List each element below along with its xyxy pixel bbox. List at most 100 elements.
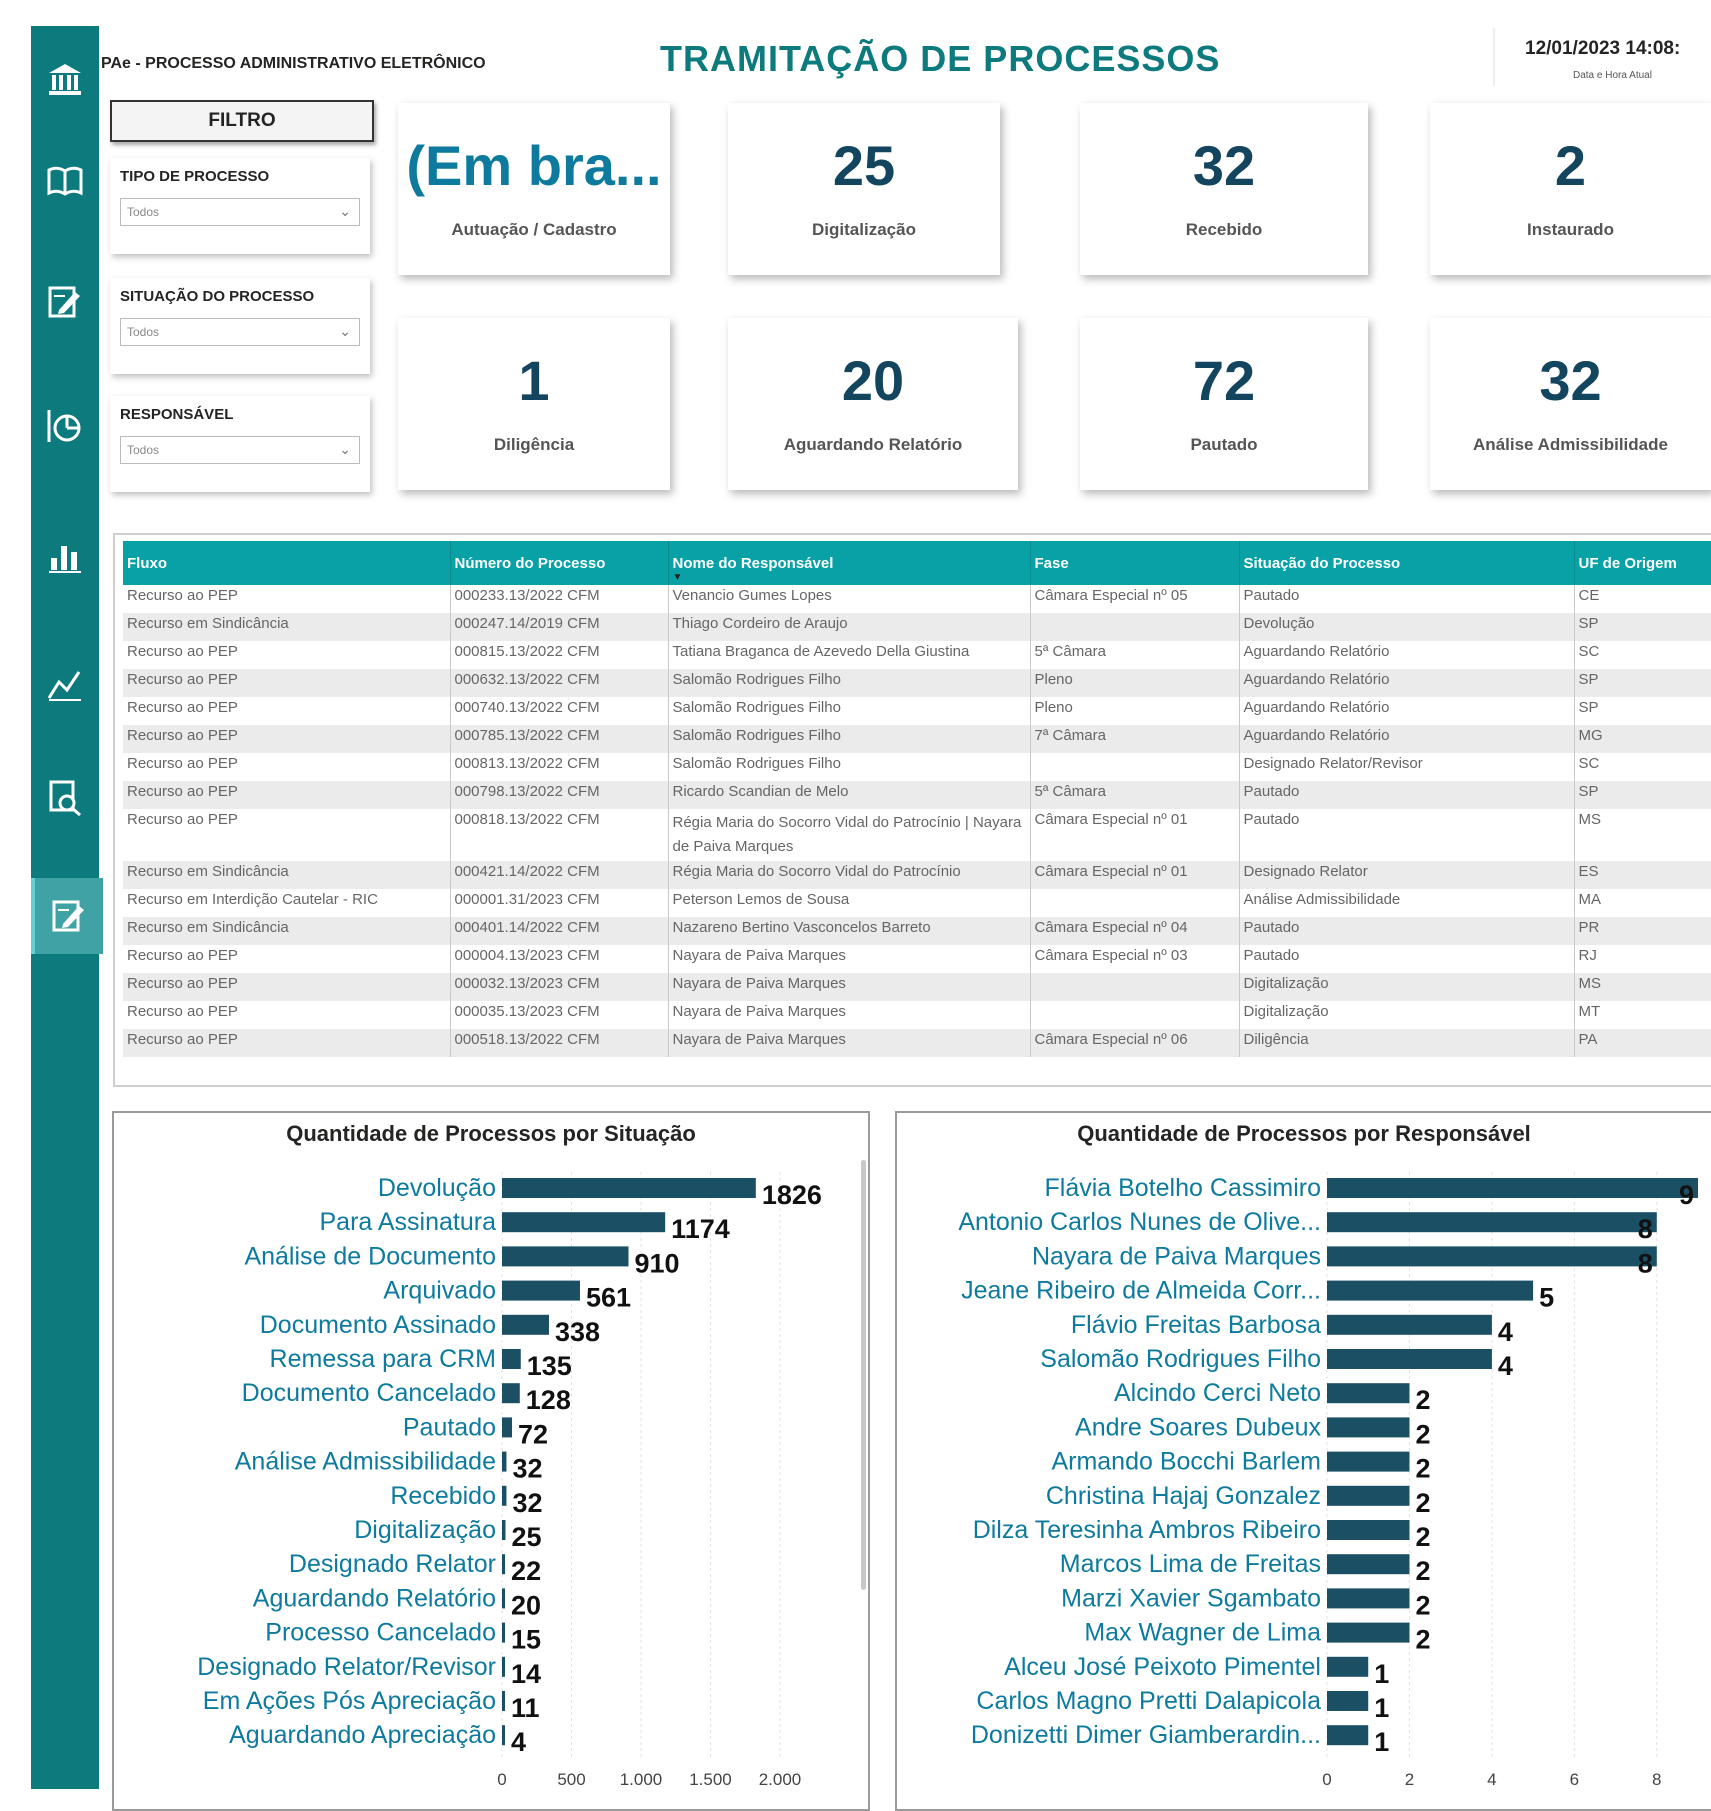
bar[interactable] bbox=[502, 1622, 505, 1643]
table-cell: Digitalização bbox=[1239, 1001, 1575, 1029]
nav-book[interactable] bbox=[31, 143, 99, 219]
bar[interactable] bbox=[1327, 1451, 1410, 1472]
bar[interactable] bbox=[1327, 1588, 1410, 1609]
table-cell: 000813.13/2022 CFM bbox=[450, 753, 669, 781]
bar[interactable] bbox=[1327, 1554, 1410, 1575]
table-row[interactable]: Recurso em Sindicância 000421.14/2022 CFM… bbox=[123, 861, 1711, 889]
responsavel-dropdown[interactable]: Todos ⌄ bbox=[120, 436, 360, 464]
category-label: Pautado bbox=[403, 1413, 496, 1441]
bar[interactable] bbox=[1327, 1246, 1657, 1267]
chevron-down-icon: ⌄ bbox=[339, 203, 351, 219]
x-tick-label: 4 bbox=[1487, 1770, 1496, 1789]
table-row[interactable]: Recurso em Interdição Cautelar - RIC 0000… bbox=[123, 889, 1711, 917]
bar[interactable] bbox=[1327, 1280, 1534, 1301]
bar[interactable] bbox=[1327, 1314, 1492, 1335]
bar[interactable] bbox=[1327, 1485, 1410, 1506]
column-header-fluxo[interactable]: Fluxo bbox=[123, 541, 451, 585]
bar[interactable] bbox=[1327, 1383, 1410, 1404]
situacao-processo-dropdown[interactable]: Todos ⌄ bbox=[120, 318, 360, 346]
bar[interactable] bbox=[502, 1656, 505, 1677]
kpi-value: 20 bbox=[841, 349, 905, 412]
table-row[interactable]: Recurso ao PEP 000818.13/2022 CFM Régia Ma… bbox=[123, 809, 1711, 861]
bar[interactable] bbox=[1327, 1178, 1698, 1198]
category-label: Para Assinatura bbox=[320, 1208, 497, 1236]
table-cell: Nayara de Paiva Marques bbox=[668, 945, 1031, 973]
bar[interactable] bbox=[502, 1246, 629, 1267]
value-label: 2 bbox=[1415, 1556, 1430, 1586]
kpi-value: 1 bbox=[518, 349, 550, 412]
column-header-uf[interactable]: UF de Origem bbox=[1574, 541, 1711, 585]
nav-edit[interactable] bbox=[31, 264, 99, 340]
bar[interactable] bbox=[502, 1588, 505, 1609]
nav-line[interactable] bbox=[31, 646, 99, 722]
value-label: 1174 bbox=[671, 1214, 730, 1244]
table-row[interactable]: Recurso ao PEP 000518.13/2022 CFM Nayara d… bbox=[123, 1029, 1711, 1057]
bar[interactable] bbox=[502, 1485, 507, 1506]
table-row[interactable]: Recurso ao PEP 000004.13/2023 CFM Nayara d… bbox=[123, 945, 1711, 973]
category-label: Donizetti Dimer Giamberardin... bbox=[971, 1721, 1321, 1749]
bar[interactable] bbox=[502, 1383, 520, 1404]
table-row[interactable]: Recurso ao PEP 000632.13/2022 CFM Salomão … bbox=[123, 669, 1711, 697]
bar[interactable] bbox=[502, 1520, 506, 1540]
bar[interactable] bbox=[1327, 1691, 1369, 1711]
bar[interactable] bbox=[502, 1451, 507, 1472]
category-label: Flávio Freitas Barbosa bbox=[1071, 1311, 1321, 1339]
table-row[interactable]: Recurso ao PEP 000798.13/2022 CFM Ricardo … bbox=[123, 781, 1711, 809]
bar[interactable] bbox=[502, 1691, 505, 1711]
bar[interactable] bbox=[1327, 1417, 1410, 1438]
table-cell: SP bbox=[1574, 613, 1711, 641]
nav-search[interactable] bbox=[31, 760, 99, 836]
tipo-processo-dropdown[interactable]: Todos ⌄ bbox=[120, 198, 360, 226]
bar[interactable] bbox=[502, 1178, 756, 1198]
datetime-card: 12/01/2023 14:08: Data e Hora Atual bbox=[1493, 28, 1711, 86]
nav-pie[interactable] bbox=[31, 388, 99, 464]
column-header-fase[interactable]: Fase bbox=[1030, 541, 1240, 585]
table-row[interactable]: Recurso ao PEP 000035.13/2023 CFM Nayara d… bbox=[123, 1001, 1711, 1029]
bar[interactable] bbox=[502, 1212, 666, 1233]
table-cell: RJ bbox=[1574, 945, 1711, 973]
table-cell: Venancio Gumes Lopes bbox=[668, 585, 1031, 613]
chart-svg: 0 2 4 6 8 Flávia Botelho Cassimiro 9 Antonio Ca… bbox=[958, 1172, 1698, 1789]
chart-scrollbar[interactable] bbox=[861, 1160, 866, 1590]
table-row[interactable]: Recurso ao PEP 000815.13/2022 CFM Tatiana … bbox=[123, 641, 1711, 669]
kpi-value: 2 bbox=[1554, 134, 1587, 197]
bar[interactable] bbox=[1327, 1622, 1410, 1643]
bar[interactable] bbox=[502, 1417, 513, 1438]
bar[interactable] bbox=[502, 1554, 506, 1575]
kpi-card: 1 Diligência bbox=[398, 318, 670, 490]
table-row[interactable]: Recurso ao PEP 000740.13/2022 CFM Salomão … bbox=[123, 697, 1711, 725]
nav-edit-active[interactable] bbox=[31, 878, 103, 954]
x-tick-label: 6 bbox=[1570, 1770, 1579, 1789]
nav-bar[interactable] bbox=[31, 518, 99, 594]
bar[interactable] bbox=[1327, 1656, 1369, 1677]
column-header-responsavel[interactable]: Nome do Responsável ▼ bbox=[668, 541, 1031, 585]
nav-home[interactable] bbox=[31, 42, 99, 118]
kpi-value: 32 bbox=[1192, 134, 1256, 197]
table-row[interactable]: Recurso em Sindicância 000401.14/2022 CFM… bbox=[123, 917, 1711, 945]
table-cell: Pautado bbox=[1239, 945, 1575, 973]
column-header-numero[interactable]: Número do Processo bbox=[450, 541, 669, 585]
table-cell: Pautado bbox=[1239, 585, 1575, 613]
bar[interactable] bbox=[502, 1725, 505, 1746]
category-label: Designado Relator bbox=[289, 1550, 496, 1578]
bar[interactable] bbox=[1327, 1725, 1369, 1746]
table-row[interactable]: Recurso ao PEP 000785.13/2022 CFM Salomão … bbox=[123, 725, 1711, 753]
value-label: 135 bbox=[527, 1351, 572, 1381]
table-row[interactable]: Recurso em Sindicância 000247.14/2019 CFM… bbox=[123, 613, 1711, 641]
category-label: Remessa para CRM bbox=[270, 1345, 496, 1373]
table-cell: 000233.13/2022 CFM bbox=[450, 585, 669, 613]
bar[interactable] bbox=[502, 1314, 549, 1335]
table-cell: MS bbox=[1574, 809, 1711, 861]
table-row[interactable]: Recurso ao PEP 000233.13/2022 CFM Venancio… bbox=[123, 585, 1711, 613]
bar[interactable] bbox=[1327, 1520, 1410, 1540]
table-row[interactable]: Recurso ao PEP 000813.13/2022 CFM Salomão … bbox=[123, 753, 1711, 781]
table-row[interactable]: Recurso ao PEP 000032.13/2023 CFM Nayara d… bbox=[123, 973, 1711, 1001]
table-cell: SP bbox=[1574, 669, 1711, 697]
kpi-label: Autuação / Cadastro bbox=[451, 220, 617, 239]
bar[interactable] bbox=[1327, 1349, 1492, 1369]
table-cell: Thiago Cordeiro de Araujo bbox=[668, 613, 1031, 641]
column-header-situacao[interactable]: Situação do Processo bbox=[1239, 541, 1575, 585]
bar[interactable] bbox=[1327, 1212, 1657, 1233]
bar[interactable] bbox=[502, 1280, 580, 1301]
bar[interactable] bbox=[502, 1349, 521, 1369]
